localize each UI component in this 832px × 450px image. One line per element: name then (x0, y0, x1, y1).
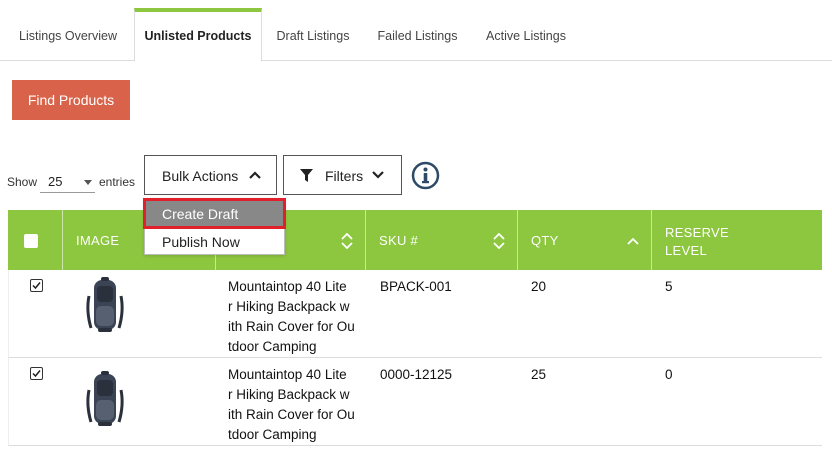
caret-down-icon (84, 180, 92, 185)
bulk-actions-label: Bulk Actions (162, 168, 239, 184)
tab-active-listings[interactable]: Active Listings (477, 8, 575, 61)
chevron-down-icon (372, 171, 384, 179)
header-reserve-line2: LEVEL (665, 243, 707, 258)
product-title: Mountaintop 40 Lite r Hiking Backpack w … (228, 277, 363, 357)
bulk-actions-button[interactable]: Bulk Actions (144, 155, 277, 195)
menu-item-label: Publish Now (162, 234, 240, 250)
header-reserve-line1: RESERVE (665, 225, 729, 240)
product-title: Mountaintop 40 Lite r Hiking Backpack w … (228, 365, 363, 445)
check-icon (32, 282, 41, 290)
sort-icon (341, 233, 353, 249)
show-label: Show (7, 175, 38, 189)
backpack-image (86, 277, 124, 332)
tab-listings-overview[interactable]: Listings Overview (8, 8, 128, 61)
product-qty: 20 (531, 279, 547, 294)
tab-failed-listings[interactable]: Failed Listings (370, 8, 465, 61)
product-sku: BPACK-001 (380, 279, 452, 294)
header-select-all (8, 210, 63, 270)
filters-button[interactable]: Filters (283, 155, 402, 195)
product-title-line: ith Rain Cover for Ou (228, 319, 355, 334)
product-title-line: Mountaintop 40 Lite (228, 279, 347, 294)
chevron-up-icon (249, 171, 261, 179)
bulk-actions-menu: Create Draft Publish Now (143, 198, 286, 255)
menu-item-publish-now[interactable]: Publish Now (145, 228, 284, 255)
header-sku-label: SKU # (379, 233, 419, 248)
product-reserve: 0 (665, 367, 673, 382)
entries-value: 25 (48, 174, 63, 189)
header-sku[interactable]: SKU # (366, 210, 518, 270)
select-all-checkbox[interactable] (24, 234, 38, 248)
filter-icon (300, 169, 313, 182)
info-circle-icon[interactable] (411, 161, 440, 190)
products-table: IMAGE SKU # QTY RESERVE LEVEL Mountainto… (8, 210, 822, 446)
table-row: Mountaintop 40 Lite r Hiking Backpack w … (8, 270, 822, 358)
product-title-line: r Hiking Backpack w (228, 387, 350, 402)
table-row: Mountaintop 40 Lite r Hiking Backpack w … (8, 358, 822, 446)
product-title-line: r Hiking Backpack w (228, 299, 350, 314)
check-icon (32, 370, 41, 378)
filters-label: Filters (325, 168, 364, 184)
product-qty: 25 (531, 367, 547, 382)
find-products-button[interactable]: Find Products (12, 80, 130, 120)
header-qty-label: QTY (531, 233, 559, 248)
product-title-line: tdoor Camping (228, 427, 317, 442)
table-header: IMAGE SKU # QTY RESERVE LEVEL (8, 210, 822, 270)
sort-icon (493, 233, 505, 249)
row-checkbox[interactable] (30, 279, 43, 292)
entries-per-page-select[interactable]: 25 (40, 171, 95, 193)
product-sku: 0000-12125 (380, 367, 453, 382)
header-reserve-label: RESERVE LEVEL (665, 224, 729, 260)
header-reserve-level[interactable]: RESERVE LEVEL (652, 210, 822, 270)
product-title-line: ith Rain Cover for Ou (228, 407, 355, 422)
tab-draft-listings[interactable]: Draft Listings (268, 8, 358, 61)
entries-label: entries (99, 175, 136, 189)
listing-tabs: Listings Overview Unlisted Products Draf… (0, 8, 832, 62)
sort-ascending-icon (627, 237, 639, 245)
tab-unlisted-products[interactable]: Unlisted Products (134, 8, 262, 62)
backpack-image (86, 371, 124, 426)
header-image-label: IMAGE (76, 233, 120, 248)
menu-item-label: Create Draft (162, 206, 239, 222)
header-qty[interactable]: QTY (518, 210, 652, 270)
row-checkbox[interactable] (30, 367, 43, 380)
menu-item-create-draft[interactable]: Create Draft (143, 198, 286, 229)
product-reserve: 5 (665, 279, 673, 294)
product-title-line: tdoor Camping (228, 339, 317, 354)
product-title-line: Mountaintop 40 Lite (228, 367, 347, 382)
